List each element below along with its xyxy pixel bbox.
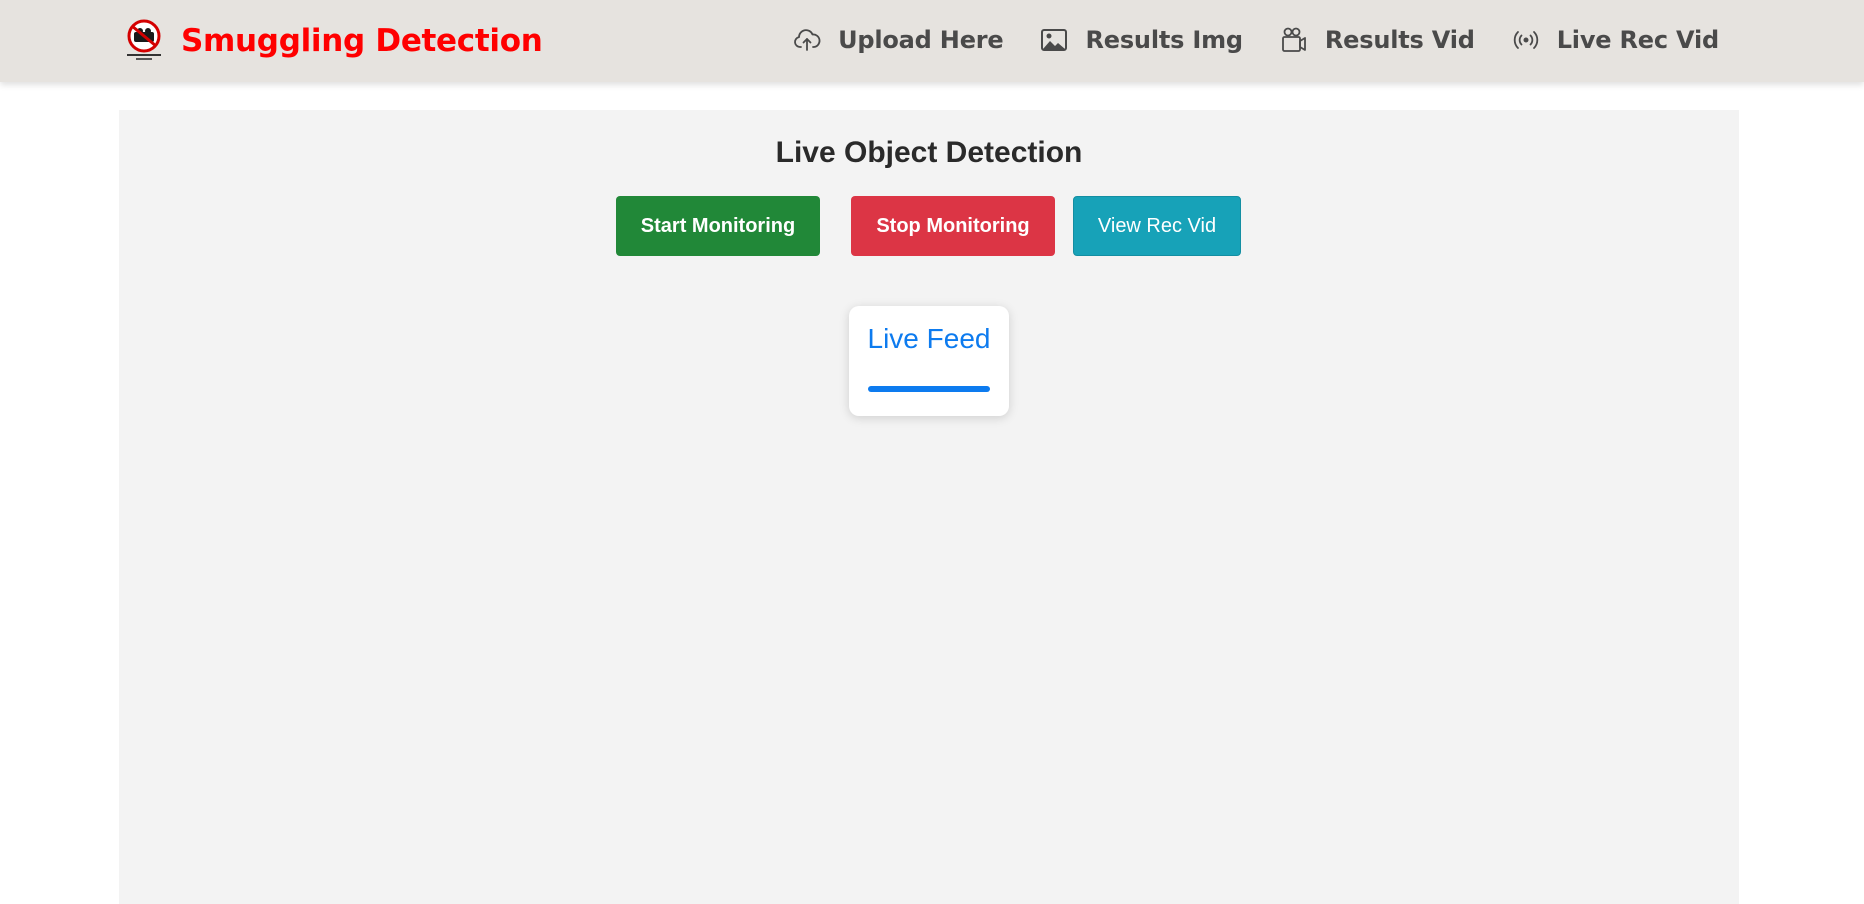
live-feed-underline <box>868 386 990 392</box>
main-panel: Live Object Detection Start Monitoring S… <box>119 110 1739 904</box>
brand[interactable]: Smuggling Detection <box>124 16 543 66</box>
live-feed-card: Live Feed <box>849 306 1009 416</box>
nav-link-label: Results Img <box>1085 26 1243 54</box>
cloud-upload-icon <box>794 29 821 51</box>
nav-links: Upload Here Results Img Results Vid Live… <box>793 18 1719 62</box>
nav-link-live-rec-vid[interactable]: Live Rec Vid <box>1512 26 1719 54</box>
video-camera-icon <box>1281 27 1306 52</box>
nav-link-label: Live Rec Vid <box>1556 26 1719 54</box>
nav-link-label: Upload Here <box>838 26 1004 54</box>
anti-detection-logo-icon <box>127 19 161 60</box>
view-rec-vid-button[interactable]: View Rec Vid <box>1073 196 1241 256</box>
brand-title: Smuggling Detection <box>181 23 543 59</box>
broadcast-icon <box>1513 31 1538 49</box>
nav-link-label: Results Vid <box>1324 26 1475 54</box>
image-icon <box>1041 29 1068 51</box>
live-feed-title: Live Feed <box>867 323 991 354</box>
nav-link-results-vid[interactable]: Results Vid <box>1280 26 1475 54</box>
top-navbar: Smuggling Detection Upload Here Results … <box>0 0 1864 82</box>
nav-link-upload-here[interactable]: Upload Here <box>793 26 1004 54</box>
page-title: Live Object Detection <box>775 136 1083 169</box>
nav-link-results-img[interactable]: Results Img <box>1040 26 1243 54</box>
stop-monitoring-button[interactable]: Stop Monitoring <box>851 196 1055 256</box>
start-monitoring-button[interactable]: Start Monitoring <box>616 196 820 256</box>
